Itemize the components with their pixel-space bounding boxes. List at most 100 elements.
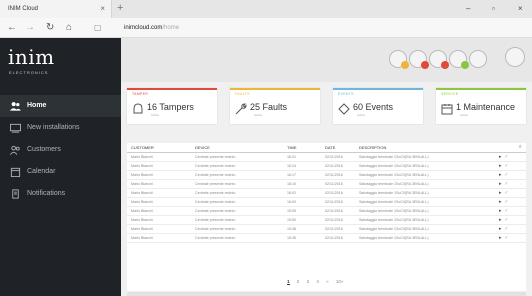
events-card[interactable]: EVENTS 60 Events Active [333,88,423,124]
table-cell: Centrale presente recinto [191,197,283,208]
check-icon[interactable]: ✓ [504,226,508,232]
table-row[interactable]: Mario Bianchi Centrale presente recinto 16… [127,161,526,171]
home-icon[interactable]: ⌂ [66,18,72,38]
column-header[interactable]: CUSTOMER [127,143,191,153]
minimize-button[interactable]: – [466,0,470,18]
check-icon[interactable]: ✓ [504,199,508,205]
faults-card[interactable]: FAULTS 25 Faults Active [230,88,320,124]
row-actions[interactable]: ▸ ✓ [495,152,526,162]
check-icon[interactable]: ✓ [504,181,508,187]
table-row[interactable]: Mario Bianchi Centrale presente recinto 15… [127,206,526,217]
maintenance-card[interactable]: SERVICE 1 Maintenance Active [436,88,526,124]
fault-status-icon[interactable] [429,50,449,69]
check-icon[interactable]: ✓ [504,208,508,214]
table-row[interactable]: Mario Bianchi Centrale presente recinto 15… [127,215,526,226]
check-icon[interactable]: ✓ [504,235,508,241]
column-header[interactable]: DATE [321,143,355,153]
page-link[interactable]: 3 [307,279,310,284]
table-row[interactable]: Mario Bianchi Centrale presente recinto 16… [127,179,526,189]
table-cell: 15:50 [283,215,321,226]
card-value: 1 Maintenance [456,102,516,112]
tab-close-icon[interactable]: × [100,0,105,18]
forward-arrow-icon[interactable]: → [25,18,35,38]
sidebar-item-notifications[interactable]: Notifications [0,183,121,205]
new-tab-button[interactable]: + [117,0,123,17]
play-icon[interactable]: ▸ [499,208,502,214]
table-row[interactable]: Mario Bianchi Centrale presente recinto 16… [127,152,526,162]
next-page-link[interactable]: » [326,279,329,284]
refresh-icon[interactable]: ↻ [46,18,54,38]
page-link[interactable]: 1 [287,279,290,285]
play-icon[interactable]: ▸ [499,154,502,160]
table-cell: 15:48 [283,224,321,235]
browser-tab[interactable]: INIM Cloud × [0,0,112,18]
row-actions[interactable]: ▸ ✓ [495,233,526,244]
pagination: 1 2 3 4 » 10» [287,279,349,285]
play-icon[interactable]: ▸ [499,199,502,205]
row-actions[interactable]: ▸ ✓ [495,161,526,171]
tamper-card[interactable]: TAMPER 16 Tampers Active [127,88,217,124]
events-icon [338,103,350,115]
sidebar-item-home[interactable]: Home [0,95,121,117]
check-icon[interactable]: ✓ [504,172,508,178]
restore-button[interactable]: ▫ [492,0,495,18]
table-cell: 02/11/2016 [321,206,355,217]
tamper-status-icon[interactable] [409,50,429,69]
play-icon[interactable]: ▸ [499,163,502,169]
table-cell: Centrale presente recinto [191,224,283,235]
play-icon[interactable]: ▸ [499,172,502,178]
sidebar-item-new-installations[interactable]: New installations [0,117,121,139]
play-icon[interactable]: ▸ [499,181,502,187]
play-icon[interactable]: ▸ [499,235,502,241]
column-header[interactable]: DESCRIPTION [355,143,495,153]
table-cell: Mario Bianchi [127,170,191,180]
sidebar-item-customers[interactable]: Customers [0,139,121,161]
page-info-icon[interactable]: ▢ [94,18,102,38]
row-actions[interactable]: ▸ ✓ [495,224,526,235]
page-link[interactable]: 4 [316,279,319,284]
play-icon[interactable]: ▸ [499,217,502,223]
row-actions[interactable]: ▸ ✓ [495,179,526,189]
wrench-icon [235,103,247,115]
bell-icon [133,103,143,114]
check-icon[interactable]: ✓ [504,163,508,169]
row-actions[interactable]: ▸ ✓ [495,215,526,226]
column-header[interactable]: TIME [283,143,321,153]
table-cell: Centrale presente recinto [191,152,283,162]
table-row[interactable]: Mario Bianchi Centrale presente recinto 16… [127,170,526,180]
sidebar-item-label: New installations [27,124,80,131]
play-icon[interactable]: ▸ [499,226,502,232]
table-header-row: CUSTOMER DEVICE TIME DATE DESCRIPTION ⌕ [127,143,526,153]
row-actions[interactable]: ▸ ✓ [495,197,526,208]
check-icon[interactable]: ✓ [504,154,508,160]
event-status-icon[interactable] [449,50,469,69]
table-row[interactable]: Mario Bianchi Centrale presente recinto 15… [127,233,526,244]
play-icon[interactable]: ▸ [499,190,502,196]
row-actions[interactable]: ▸ ✓ [495,206,526,217]
table-row[interactable]: Mario Bianchi Centrale presente recinto 15… [127,224,526,235]
search-icon[interactable]: ⌕ [495,143,526,153]
calendar-icon [10,167,21,177]
table-cell: Centrale presente recinto [191,188,283,198]
browser-tab-bar: INIM Cloud × + – ▫ × [0,0,532,18]
row-actions[interactable]: ▸ ✓ [495,170,526,180]
page-link[interactable]: 2 [297,279,300,284]
close-window-button[interactable]: × [518,0,523,18]
messages-status-icon[interactable] [469,50,487,68]
table-row[interactable]: Mario Bianchi Centrale presente recinto 16… [127,188,526,198]
back-arrow-icon[interactable]: ← [7,18,17,38]
alarm-status-icon[interactable] [389,50,409,69]
table-cell: 16:17 [283,170,321,180]
main-content: TAMPER 16 Tampers Active FAULTS 25 Fault… [121,38,532,296]
column-header[interactable]: DEVICE [191,143,283,153]
check-icon[interactable]: ✓ [504,190,508,196]
sidebar-item-calendar[interactable]: Calendar [0,161,121,183]
table-cell: Sabotaggio terminale 1SoC0(RA 3ENLALL) [355,179,495,189]
check-icon[interactable]: ✓ [504,217,508,223]
url-field[interactable]: inimcloud.com/home [124,23,179,33]
table-row[interactable]: Mario Bianchi Centrale presente recinto 16… [127,197,526,208]
last-page-link[interactable]: 10» [336,279,344,284]
row-actions[interactable]: ▸ ✓ [495,188,526,198]
card-value: 60 Events [353,102,394,112]
user-avatar-icon[interactable] [505,47,525,67]
